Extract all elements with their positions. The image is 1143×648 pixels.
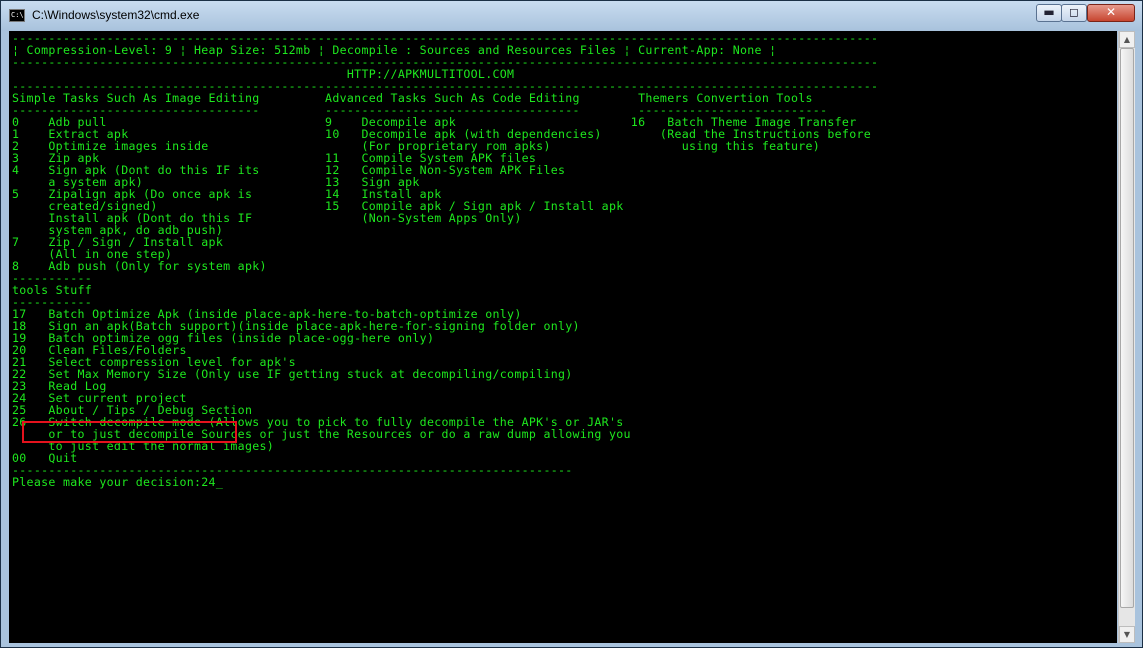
text-cursor: _ <box>215 475 224 489</box>
scroll-down-arrow-icon[interactable]: ▼ <box>1119 626 1135 643</box>
console-text: ----------------------------------------… <box>12 32 878 488</box>
close-button[interactable]: ✕ <box>1087 4 1135 22</box>
vertical-scrollbar[interactable]: ▲ ▼ <box>1118 31 1135 643</box>
maximize-button[interactable]: ◻ <box>1061 4 1087 22</box>
minimize-button[interactable]: ▬ <box>1036 4 1062 22</box>
cmd-window: C:\ C:\Windows\system32\cmd.exe ▬ ◻ ✕ --… <box>0 0 1143 648</box>
scroll-up-arrow-icon[interactable]: ▲ <box>1119 31 1135 48</box>
cmd-app-icon[interactable]: C:\ <box>9 9 25 22</box>
scroll-thumb[interactable] <box>1120 48 1134 608</box>
console-output[interactable]: ----------------------------------------… <box>9 31 1117 643</box>
title-bar[interactable]: C:\ C:\Windows\system32\cmd.exe ▬ ◻ ✕ <box>1 1 1142 31</box>
command-prompt[interactable]: Please make your decision:24 <box>12 475 216 489</box>
window-title: C:\Windows\system32\cmd.exe <box>32 8 200 22</box>
